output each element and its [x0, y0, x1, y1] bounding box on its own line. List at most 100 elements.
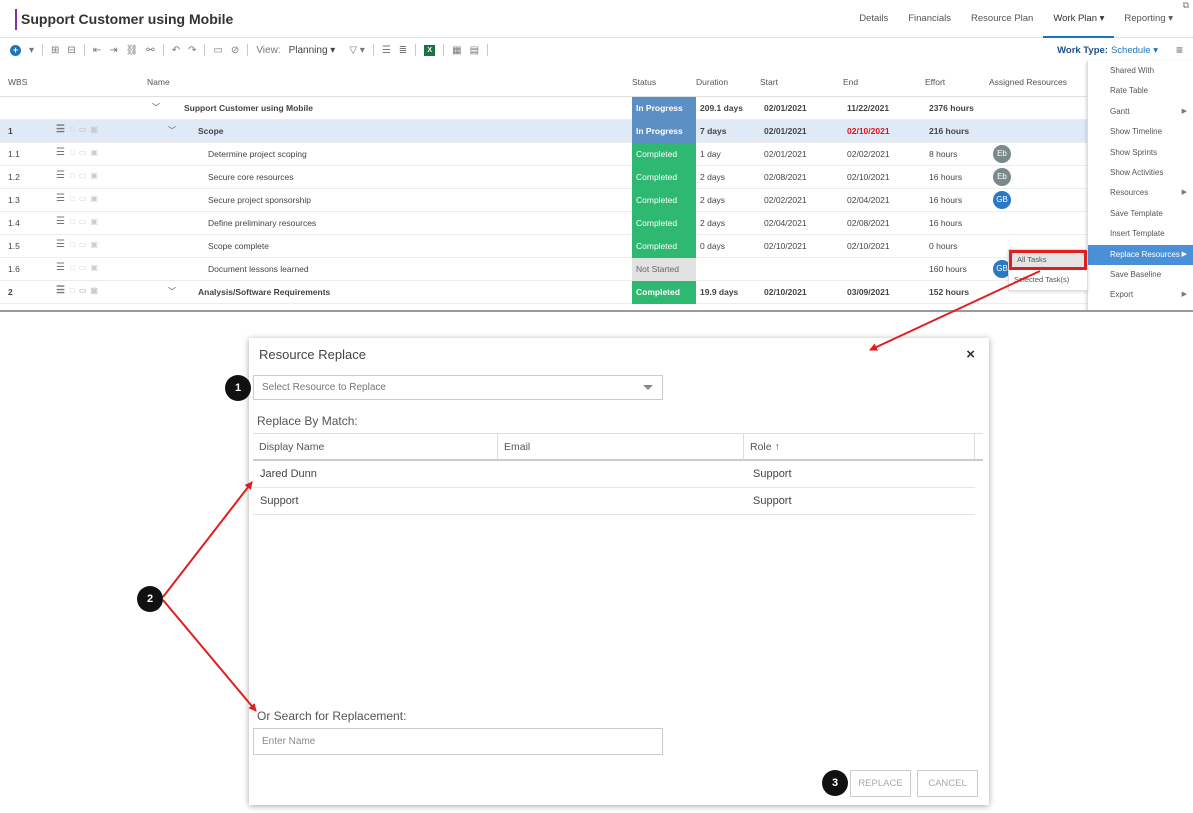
- table-row[interactable]: Jared Dunn Support: [253, 461, 975, 488]
- table-row[interactable]: 1.4 ☰ □▭▣ Define preliminary resources C…: [0, 212, 1193, 235]
- menu-item-insert-template[interactable]: Insert Template: [1088, 224, 1193, 244]
- settings-icon[interactable]: ⊘: [231, 45, 239, 56]
- table-row[interactable]: 1.2 ☰ □▭▣ Secure core resources Complete…: [0, 166, 1193, 189]
- col-display-name[interactable]: Display Name: [253, 434, 498, 460]
- view-select[interactable]: Planning ▾: [289, 45, 336, 56]
- drag-handle-icon[interactable]: ☰: [56, 285, 65, 296]
- col-end[interactable]: End: [843, 77, 858, 87]
- avatar[interactable]: Eb: [993, 168, 1011, 186]
- col-email[interactable]: Email: [498, 434, 744, 460]
- link-icon[interactable]: ⛓: [126, 45, 139, 56]
- tab-details[interactable]: Details: [849, 0, 898, 38]
- arrow-to-search: [162, 599, 257, 712]
- title-more-icon[interactable]: ···: [216, 13, 226, 24]
- work-type-selector: Work Type: Schedule ▾ ≡: [1057, 39, 1183, 61]
- task-end: 02/02/2021: [847, 149, 890, 159]
- drag-handle-icon[interactable]: ☰: [56, 170, 65, 181]
- col-role[interactable]: Role ↑: [744, 434, 975, 460]
- chevron-down-icon: [643, 385, 653, 390]
- task-end: 11/22/2021: [847, 103, 890, 113]
- chevron-down-icon[interactable]: ﹀: [168, 286, 176, 297]
- menu-item-export[interactable]: Export ▶: [1088, 285, 1193, 305]
- row-actions-icon[interactable]: □▭▣: [70, 286, 102, 295]
- menu-item-shared-with[interactable]: Shared With: [1088, 61, 1193, 81]
- toolbar-divider: [42, 44, 44, 56]
- table-row[interactable]: 1 ☰ □▭▣ ﹀ Scope In Progress 7 days 02/01…: [0, 120, 1193, 143]
- cancel-button[interactable]: CANCEL: [917, 770, 978, 797]
- tab-work-plan[interactable]: Work Plan ▾: [1043, 0, 1115, 38]
- baseline-icon[interactable]: ▭: [213, 45, 222, 56]
- table-row[interactable]: 1.1 ☰ □▭▣ Determine project scoping Comp…: [0, 143, 1193, 166]
- row-actions-icon[interactable]: □▭▣: [70, 171, 102, 180]
- menu-item-rate-table[interactable]: Rate Table: [1088, 81, 1193, 101]
- status-badge: Completed: [632, 143, 696, 166]
- col-wbs[interactable]: WBS: [8, 77, 27, 87]
- print-icon[interactable]: ▤: [470, 45, 479, 56]
- task-duration: 1 day: [700, 149, 721, 159]
- resource-to-replace-select[interactable]: Select Resource to Replace: [253, 375, 663, 400]
- task-effort: 160 hours: [929, 264, 967, 274]
- columns-icon[interactable]: ≣: [399, 45, 407, 56]
- add-task-icon[interactable]: +: [10, 44, 21, 56]
- avatar[interactable]: Eb: [993, 145, 1011, 163]
- add-dropdown-icon[interactable]: ▾: [29, 45, 34, 56]
- tab-reporting[interactable]: Reporting ▾: [1114, 0, 1183, 38]
- row-actions-icon[interactable]: □▭▣: [70, 217, 102, 226]
- toolbar-divider: [415, 44, 417, 56]
- tab-resource-plan[interactable]: Resource Plan: [961, 0, 1043, 38]
- col-name[interactable]: Name: [147, 77, 170, 87]
- tab-financials[interactable]: Financials: [898, 0, 961, 38]
- row-actions-icon[interactable]: □▭▣: [70, 263, 102, 272]
- table-row[interactable]: Support Support: [253, 488, 975, 515]
- menu-item-resources[interactable]: Resources ▶: [1088, 183, 1193, 203]
- menu-item-replace-resources[interactable]: Replace Resources ▶: [1088, 244, 1193, 265]
- row-actions-icon[interactable]: □▭▣: [70, 194, 102, 203]
- submenu-item-selected-tasks[interactable]: Selected Task(s): [1009, 270, 1087, 290]
- calendar-icon[interactable]: ▦: [452, 45, 461, 56]
- hamburger-menu-icon[interactable]: ≡: [1176, 43, 1183, 57]
- menu-item-save-baseline[interactable]: Save Baseline: [1088, 265, 1193, 285]
- drag-handle-icon[interactable]: ☰: [56, 147, 65, 158]
- col-duration[interactable]: Duration: [696, 77, 728, 87]
- row-actions-icon[interactable]: □▭▣: [70, 240, 102, 249]
- indent-icon[interactable]: ⇥: [109, 45, 117, 56]
- excel-export-icon[interactable]: X: [424, 44, 436, 56]
- close-icon[interactable]: ×: [966, 346, 975, 363]
- unlink-icon[interactable]: ⚯: [146, 45, 154, 56]
- task-start: 02/08/2021: [764, 172, 807, 182]
- chevron-down-icon[interactable]: ﹀: [168, 125, 176, 136]
- work-type-select[interactable]: Schedule ▾: [1111, 45, 1158, 56]
- submenu-item-all-tasks[interactable]: All Tasks: [1009, 250, 1087, 270]
- drag-handle-icon[interactable]: ☰: [56, 239, 65, 250]
- collapse-all-icon[interactable]: ⊟: [67, 45, 75, 56]
- replace-button[interactable]: REPLACE: [850, 770, 911, 797]
- undo-icon[interactable]: ↶: [172, 45, 180, 56]
- toolbar-divider: [247, 44, 249, 56]
- menu-item-gantt[interactable]: Gantt ▶: [1088, 102, 1193, 122]
- menu-item-save-template[interactable]: Save Template: [1088, 204, 1193, 224]
- expand-all-icon[interactable]: ⊞: [51, 45, 59, 56]
- col-effort[interactable]: Effort: [925, 77, 945, 87]
- menu-item-show-timeline[interactable]: Show Timeline: [1088, 122, 1193, 142]
- col-status[interactable]: Status: [632, 77, 656, 87]
- table-row[interactable]: ﹀ Support Customer using Mobile In Progr…: [0, 97, 1193, 120]
- table-row[interactable]: 1.3 ☰ □▭▣ Secure project sponsorship Com…: [0, 189, 1193, 212]
- drag-handle-icon[interactable]: ☰: [56, 262, 65, 273]
- menu-item-show-activities[interactable]: Show Activities: [1088, 163, 1193, 183]
- status-badge: Completed: [632, 189, 696, 212]
- align-icon[interactable]: ☰: [382, 45, 391, 56]
- drag-handle-icon[interactable]: ☰: [56, 124, 65, 135]
- outdent-icon[interactable]: ⇤: [93, 45, 101, 56]
- chevron-down-icon[interactable]: ﹀: [152, 102, 160, 113]
- col-start[interactable]: Start: [760, 77, 778, 87]
- drag-handle-icon[interactable]: ☰: [56, 216, 65, 227]
- row-actions-icon[interactable]: □▭▣: [70, 125, 102, 134]
- drag-handle-icon[interactable]: ☰: [56, 193, 65, 204]
- redo-icon[interactable]: ↷: [188, 45, 196, 56]
- avatar[interactable]: GB: [993, 191, 1011, 209]
- filter-icon[interactable]: ▽ ▾: [349, 45, 365, 56]
- replacement-search-input[interactable]: Enter Name: [253, 728, 663, 755]
- menu-item-show-sprints[interactable]: Show Sprints: [1088, 143, 1193, 163]
- row-actions-icon[interactable]: □▭▣: [70, 148, 102, 157]
- col-assigned-resources[interactable]: Assigned Resources: [989, 77, 1067, 87]
